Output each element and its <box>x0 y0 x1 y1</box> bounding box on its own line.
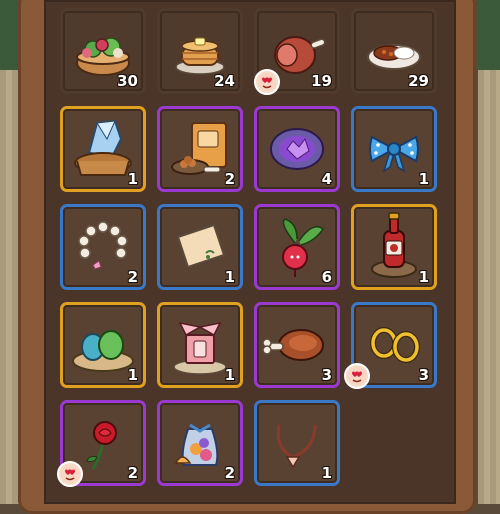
item-slot-curry[interactable]: 29 <box>351 8 437 94</box>
item-slot-bow[interactable]: 1 <box>351 106 437 192</box>
background-right <box>478 0 500 504</box>
item-slot-treat-bag[interactable]: 2 <box>157 400 243 486</box>
item-slot-note[interactable]: 1 <box>157 204 243 290</box>
item-slot-geode[interactable]: 4 <box>254 106 340 192</box>
quantity: 1 <box>127 170 138 188</box>
quantity: 2 <box>127 268 138 286</box>
item-slot-pancakes[interactable]: 24 <box>157 8 243 94</box>
quantity: 3 <box>418 366 429 384</box>
item-slot-eggs[interactable]: 1 <box>60 302 146 388</box>
item-slot-radish[interactable]: 6 <box>254 204 340 290</box>
favorite-heart-icon <box>344 363 370 389</box>
item-slot-necklace[interactable]: 1 <box>254 400 340 486</box>
quantity: 29 <box>408 72 429 90</box>
quantity: 3 <box>321 366 332 384</box>
item-slot-rose[interactable]: 2 <box>57 400 146 487</box>
quantity: 2 <box>127 464 138 482</box>
quantity: 2 <box>224 170 235 188</box>
quantity: 6 <box>321 268 332 286</box>
quantity: 4 <box>321 170 332 188</box>
favorite-heart-icon <box>254 69 280 95</box>
quantity: 24 <box>214 72 235 90</box>
quantity: 1 <box>418 170 429 188</box>
item-slot-dog-food[interactable]: 2 <box>157 106 243 192</box>
item-slot-ham[interactable]: 19 <box>254 8 340 95</box>
quantity: 1 <box>224 366 235 384</box>
item-slot-salad[interactable]: 30 <box>60 8 146 94</box>
inventory-grid: 30 24 19 29 1 2 4 1 2 1 6 1 1 1 3 3 2 2 … <box>57 8 450 487</box>
quantity: 1 <box>127 366 138 384</box>
item-slot-bracelet[interactable]: 2 <box>60 204 146 290</box>
item-slot-crystal-basket[interactable]: 1 <box>60 106 146 192</box>
quantity: 1 <box>224 268 235 286</box>
quantity: 1 <box>418 268 429 286</box>
quantity: 19 <box>311 72 332 90</box>
quantity: 2 <box>224 464 235 482</box>
item-slot-earrings[interactable]: 3 <box>344 302 437 389</box>
item-slot-meat[interactable]: 3 <box>254 302 340 388</box>
quantity: 30 <box>117 72 138 90</box>
item-slot-wine[interactable]: 1 <box>351 204 437 290</box>
quantity: 1 <box>321 464 332 482</box>
favorite-heart-icon <box>57 461 83 487</box>
item-slot-gift-box[interactable]: 1 <box>157 302 243 388</box>
